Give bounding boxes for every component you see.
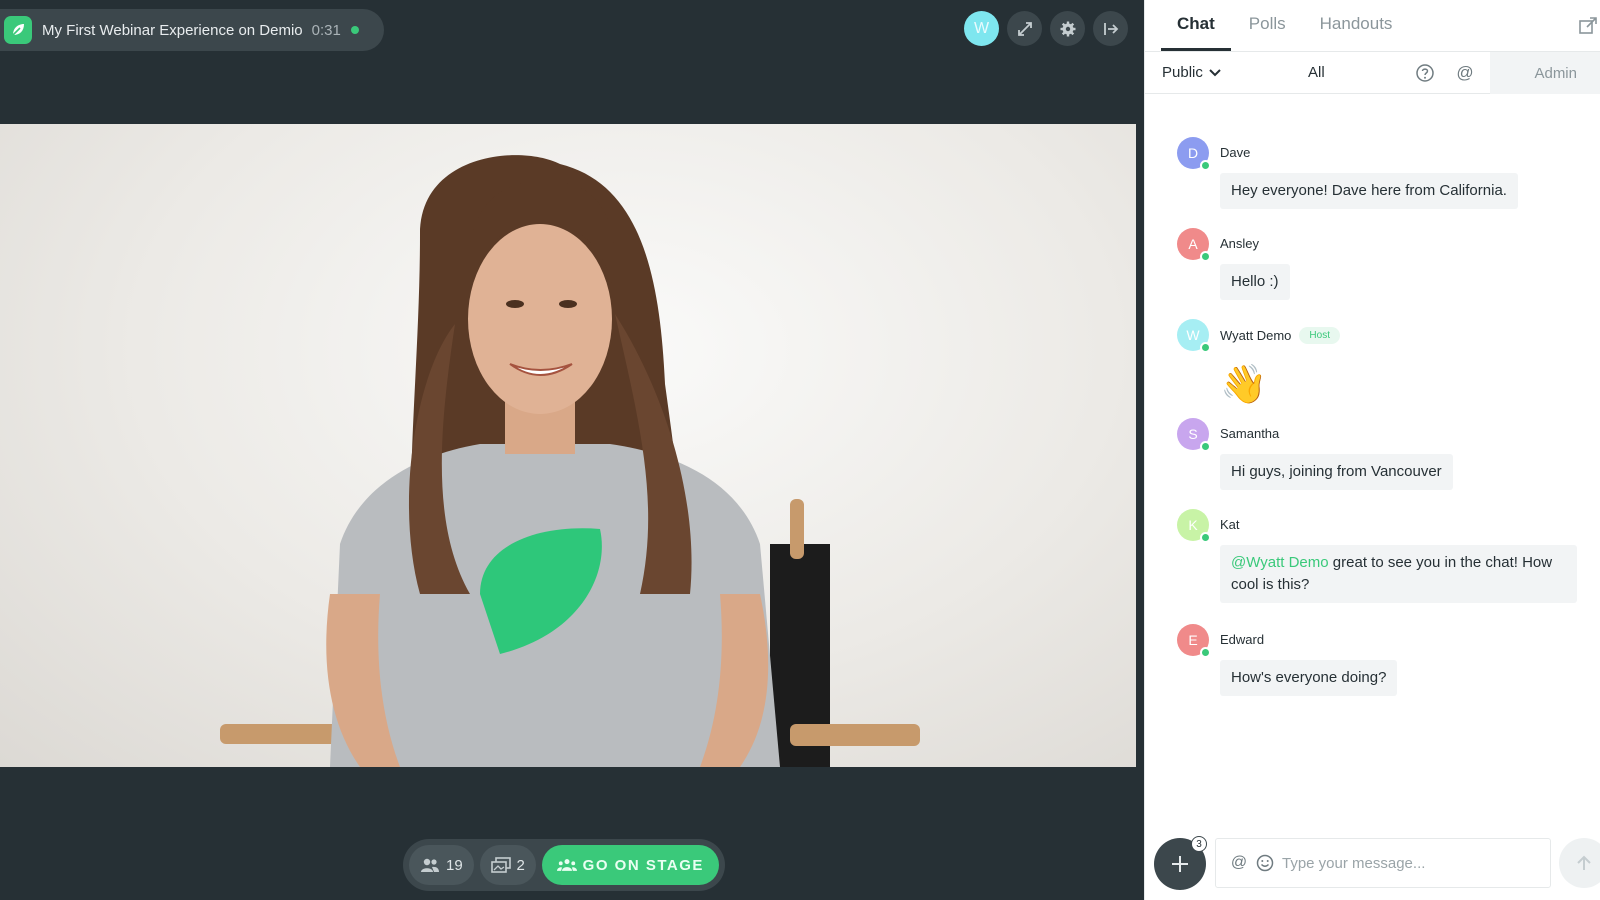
avatar-initial: K (1188, 517, 1198, 533)
fullscreen-button[interactable] (1007, 11, 1042, 46)
sender-name: Dave (1220, 145, 1250, 160)
sender-name-text: Dave (1220, 145, 1251, 160)
visibility-dropdown[interactable]: Public (1162, 64, 1221, 81)
mentions-icon[interactable]: @ (1455, 63, 1475, 83)
go-on-stage-label: GO ON STAGE (582, 856, 704, 874)
sender-name: Edward (1220, 632, 1264, 647)
chat-message: D Dave Hey everyone! Dave here from Cali… (1177, 137, 1577, 228)
avatar-initial: A (1188, 236, 1198, 252)
sender-name-text: Wyatt Demo (1220, 328, 1292, 343)
online-status-icon (1200, 441, 1211, 452)
stage-bottom-bar: 19 2 GO ON STAGE (403, 839, 725, 891)
live-indicator-icon (350, 26, 359, 34)
avatar: D (1177, 137, 1211, 171)
avatar-initial: E (1188, 632, 1198, 648)
exit-icon (1103, 22, 1118, 35)
admin-label: Admin (1534, 64, 1577, 82)
avatar-initial: D (1187, 145, 1199, 161)
chat-message: A Ansley Hello :) (1177, 228, 1577, 319)
go-on-stage-button[interactable]: GO ON STAGE (541, 845, 719, 885)
waving-hand-emoji: 👋 (1220, 364, 1268, 406)
session-timer: 0:31 (311, 21, 341, 39)
send-button[interactable] (1559, 838, 1600, 888)
emoji-icon[interactable] (1256, 854, 1274, 872)
notification-badge: 3 (1191, 836, 1207, 852)
gear-icon (1060, 21, 1075, 36)
avatar: S (1177, 418, 1211, 452)
admin-tab[interactable]: Admin (1490, 52, 1600, 94)
room-count: 2 (516, 856, 525, 874)
leave-button[interactable] (1093, 11, 1128, 46)
sender-name-text: Samantha (1220, 426, 1280, 441)
avatar: K (1177, 509, 1211, 543)
online-status-icon (1200, 342, 1211, 353)
settings-button[interactable] (1050, 11, 1085, 46)
message-bubble: How's everyone doing? (1220, 660, 1398, 696)
message-input-wrapper: @ (1215, 838, 1551, 888)
arrow-up-icon (1577, 855, 1591, 870)
webinar-stage: My First Webinar Experience on Demio 0:3… (0, 0, 1144, 900)
visibility-value: Public (1162, 64, 1203, 81)
sender-name: Samantha (1220, 426, 1279, 441)
attendees-button[interactable]: 19 (409, 845, 474, 885)
user-avatar[interactable]: W (964, 11, 999, 46)
chat-filters: Public All @ Admin (1145, 52, 1600, 94)
chevron-down-icon (1209, 68, 1221, 76)
online-status-icon (1200, 647, 1211, 658)
avatar: E (1177, 624, 1211, 658)
people-icon (421, 858, 440, 872)
chat-message: S Samantha Hi guys, joining from Vancouv… (1177, 418, 1577, 509)
avatar-initial: W (1186, 327, 1200, 343)
message-composer: 3 @ (1145, 824, 1600, 900)
sender-name-text: Kat (1220, 517, 1240, 532)
chat-message: W Wyatt Demo Host 👋 (1177, 319, 1577, 418)
sender-name: Ansley (1220, 236, 1259, 251)
tab-handouts[interactable]: Handouts (1304, 14, 1409, 51)
message-bubble: Hi guys, joining from Vancouver (1220, 454, 1453, 490)
avatar-initial: S (1188, 426, 1198, 442)
user-mention[interactable]: @Wyatt Demo (1231, 554, 1329, 571)
presenter-video-frame (220, 155, 920, 767)
gallery-icon (490, 857, 511, 873)
webinar-title: My First Webinar Experience on Demio (42, 21, 303, 39)
attendee-count: 19 (446, 856, 463, 874)
avatar-initial: W (973, 19, 990, 37)
chat-messages: D Dave Hey everyone! Dave here from Cali… (1177, 137, 1577, 715)
sender-name: Wyatt Demo Host (1220, 327, 1340, 344)
host-badge: Host (1299, 327, 1340, 344)
mention-icon[interactable]: @ (1230, 854, 1248, 872)
chat-panel: Chat Polls Handouts Public All @ Admin D… (1144, 0, 1600, 900)
plus-icon (1172, 856, 1188, 872)
message-bubble: Hello :) (1220, 264, 1290, 300)
panel-tabs: Chat Polls Handouts (1145, 0, 1600, 52)
online-status-icon (1200, 532, 1211, 543)
message-bubble: @Wyatt Demo great to see you in the chat… (1220, 545, 1577, 603)
message-bubble: Hey everyone! Dave here from California. (1220, 173, 1518, 209)
presenter-video (0, 124, 1136, 767)
popout-icon[interactable] (1578, 16, 1598, 36)
rooms-button[interactable]: 2 (479, 845, 536, 885)
group-icon (556, 859, 577, 871)
avatar: W (1177, 319, 1211, 353)
sender-name: Kat (1220, 517, 1240, 532)
help-icon[interactable] (1415, 63, 1435, 83)
sender-name-text: Edward (1220, 632, 1265, 647)
message-input[interactable] (1282, 854, 1532, 872)
chat-message: E Edward How's everyone doing? (1177, 624, 1577, 715)
tab-chat[interactable]: Chat (1161, 14, 1231, 51)
top-controls: W (964, 11, 1128, 46)
demio-logo-icon (4, 16, 32, 44)
tab-polls[interactable]: Polls (1233, 14, 1302, 51)
filter-all[interactable]: All (1308, 64, 1325, 81)
online-status-icon (1200, 251, 1211, 262)
chat-message: K Kat @Wyatt Demo great to see you in th… (1177, 509, 1577, 624)
avatar: A (1177, 228, 1211, 262)
online-status-icon (1200, 160, 1211, 171)
expand-icon (1017, 21, 1032, 36)
webinar-title-bar: My First Webinar Experience on Demio 0:3… (0, 9, 384, 51)
sender-name-text: Ansley (1220, 236, 1260, 251)
